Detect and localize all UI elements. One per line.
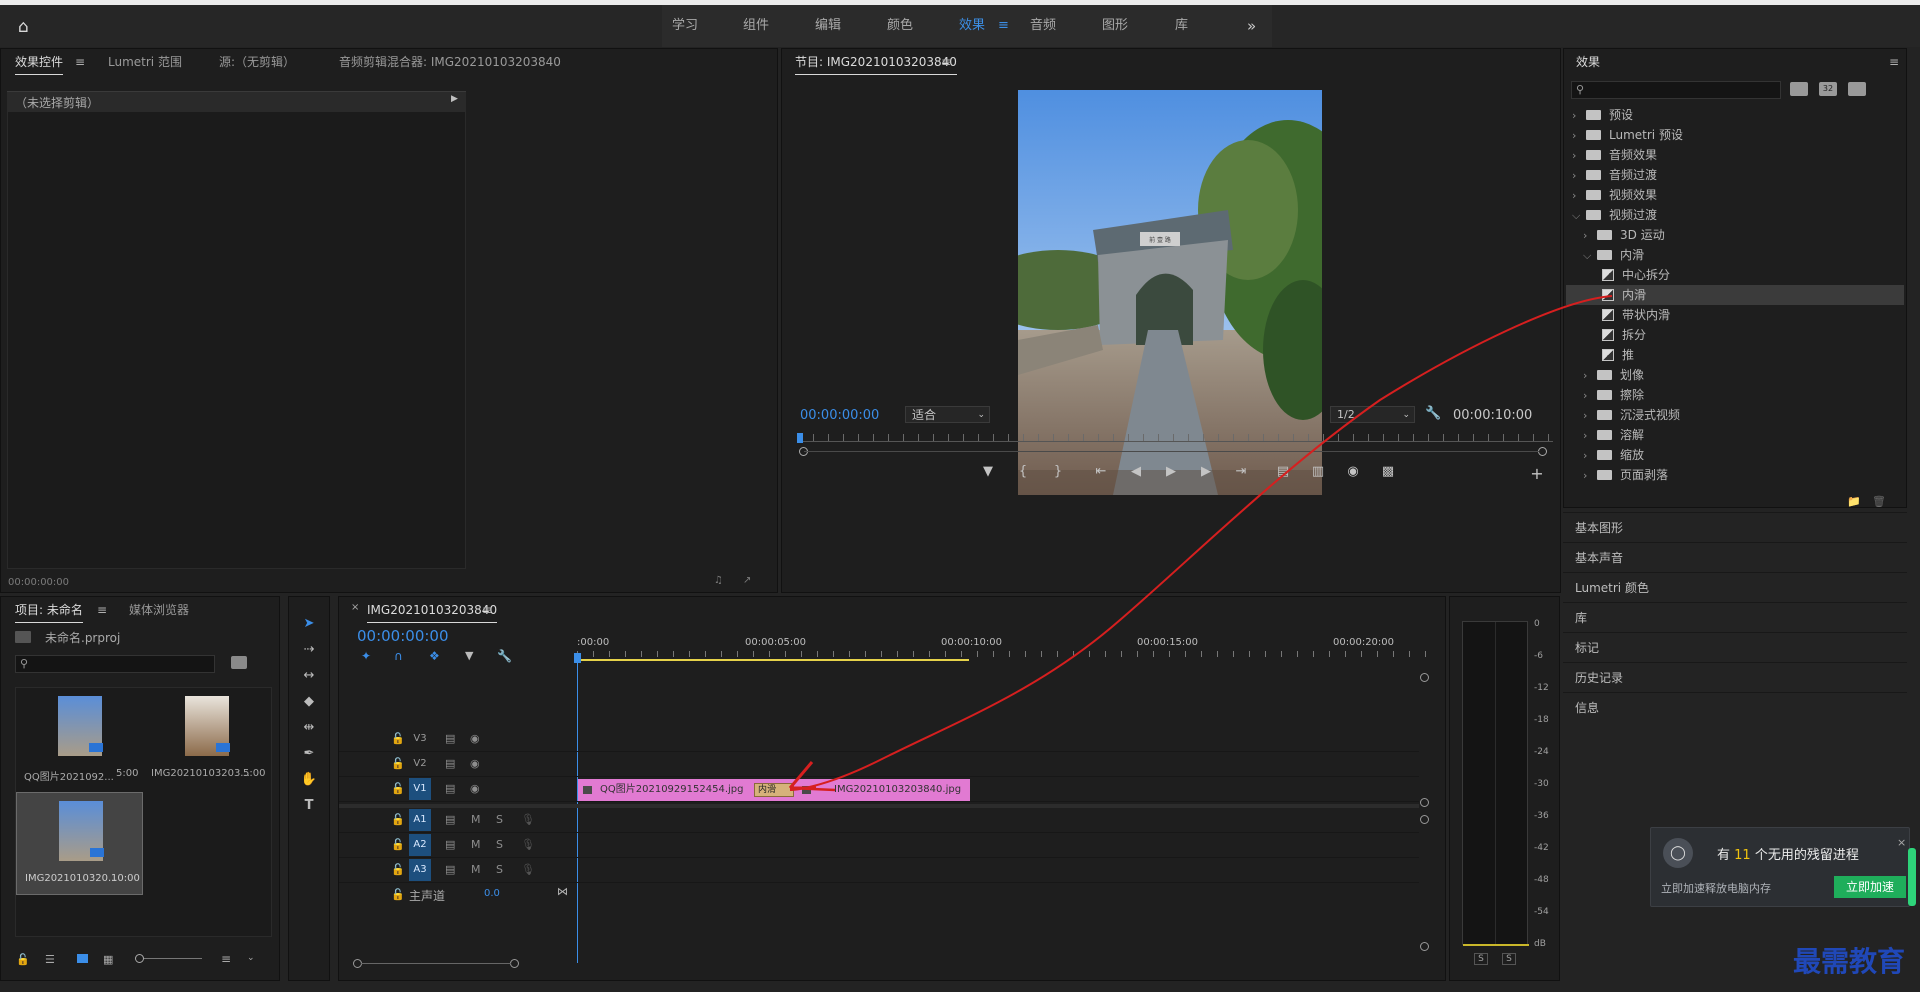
speed-up-button[interactable]: 立即加速 [1834, 876, 1906, 898]
cleanup-notification: ◯ 有 11 个无用的残留进程 × 立即加速释放电脑内存 立即加速 [1650, 827, 1910, 907]
notification-count: 11 [1734, 848, 1751, 863]
red-arrow-head [788, 761, 816, 790]
notification-close-icon[interactable]: × [1897, 836, 1906, 849]
shield-icon: ◯ [1663, 838, 1693, 868]
premiere-window: ⌂ 学习 组件 编辑 颜色 效果 ≡ 音频 图形 库 » 效果控件 ≡ Lume… [0, 0, 1920, 992]
notification-side-bar [1908, 848, 1916, 906]
watermark: 最需教育 [1793, 945, 1906, 978]
notification-pre: 有 [1717, 848, 1731, 863]
notification-post: 个无用的残留进程 [1754, 848, 1859, 863]
annotation-arrow-overlay [788, 295, 1613, 792]
notification-title: 有 11 个无用的残留进程 [1717, 844, 1859, 863]
notification-subtitle: 立即加速释放电脑内存 [1661, 882, 1771, 895]
red-arrow-curve [789, 295, 1613, 791]
